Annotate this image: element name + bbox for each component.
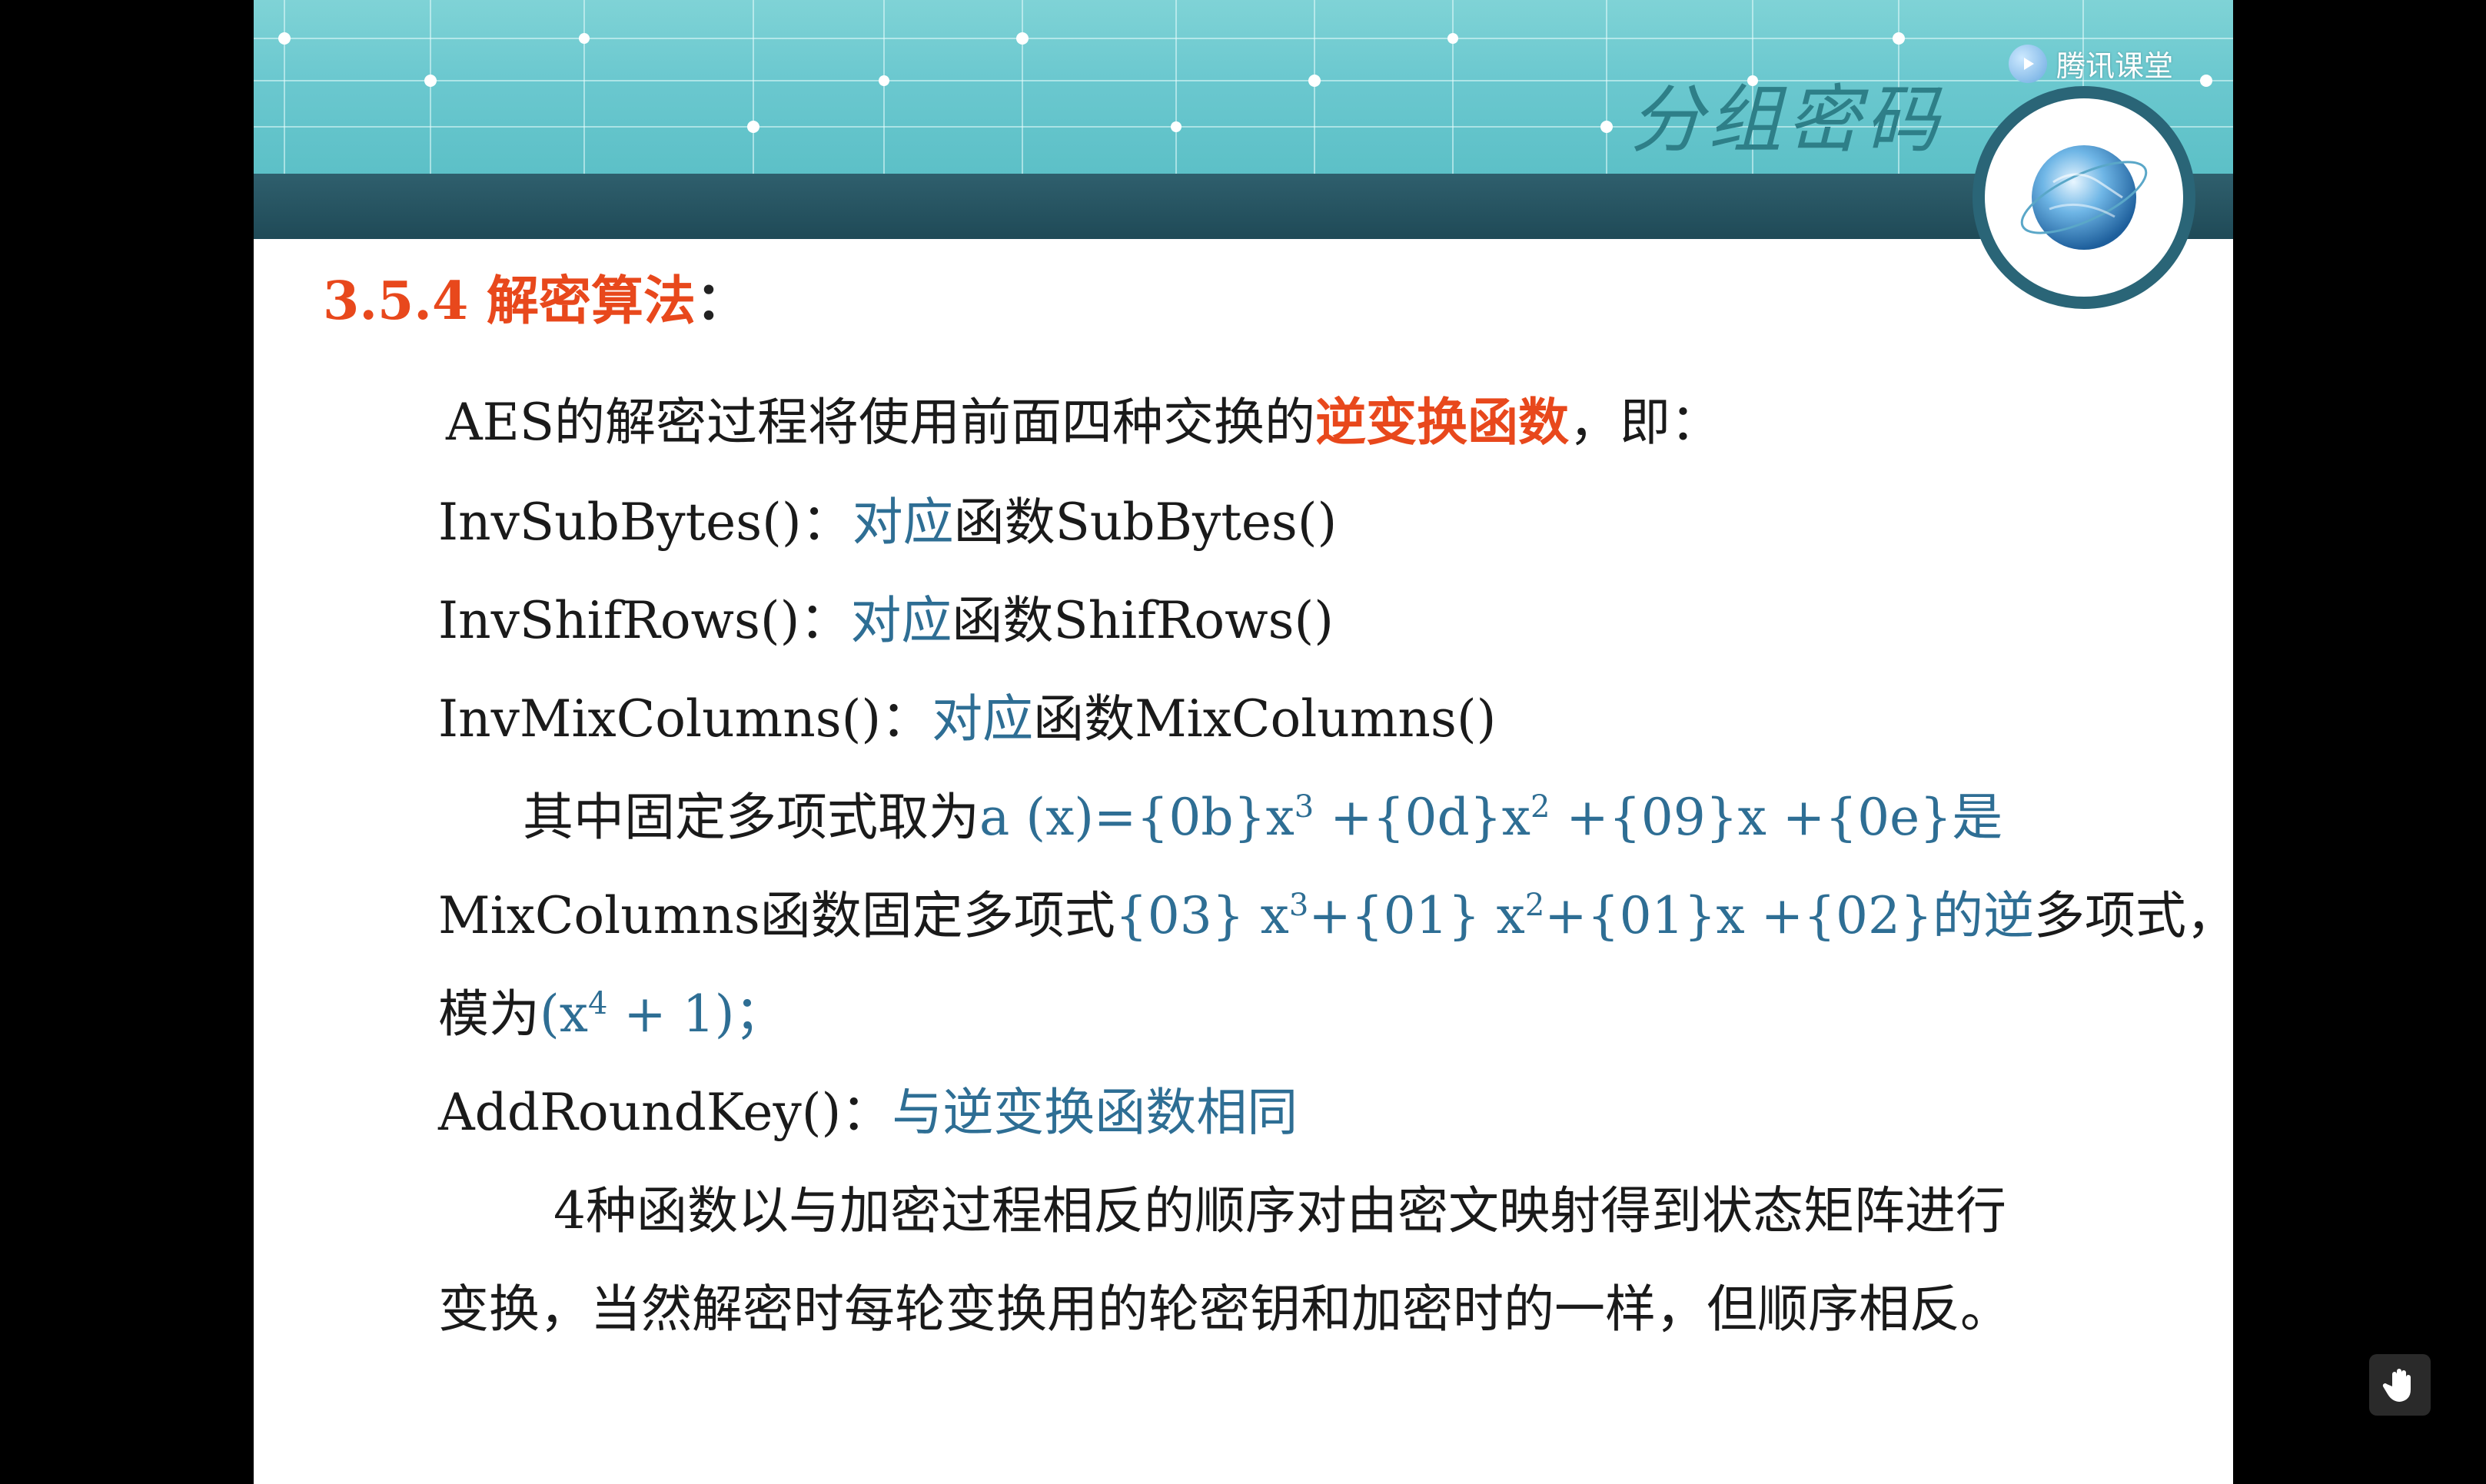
slide: 腾讯课堂 分组密码 3.5.4 解密算法： AES的解密过程将使用前面四种交换的… — [254, 0, 2233, 1484]
header-dark-band — [254, 174, 2233, 239]
function-counterpart: ShifRows() — [1053, 591, 1334, 650]
poly-mod-label: 模为 — [438, 984, 540, 1044]
intro-line: AES的解密过程将使用前面四种交换的逆变换函数，即： — [446, 381, 1721, 455]
poly-mix: {03} x3+{01} x2+{01}x +{02} — [1115, 886, 1933, 945]
function-counterpart: MixColumns() — [1135, 689, 1497, 749]
function-name: InvMixColumns()： — [438, 689, 932, 749]
function-desc: 与逆变换函数相同 — [892, 1083, 1298, 1142]
section-number: 3.5.4 — [323, 271, 469, 332]
globe-icon — [2020, 145, 2148, 250]
raise-hand-button[interactable] — [2369, 1354, 2431, 1416]
polynomial-line-1: 其中固定多项式取为a (x)={0b}x3 +{0d}x2 +{09}x +{0… — [523, 776, 2002, 850]
globe-emblem — [1973, 86, 2195, 309]
section-colon: ： — [696, 271, 749, 332]
function-word: 函数 — [1033, 689, 1135, 749]
summary-line-2: 变换，当然解密时每轮变换用的轮密钥和加密时的一样，但顺序相反。 — [438, 1280, 2011, 1339]
function-name: AddRoundKey()： — [438, 1083, 892, 1142]
raise-hand-icon — [2382, 1369, 2411, 1402]
poly-mod-end: ； — [734, 984, 786, 1044]
function-row-invshifrows: InvShifRows()：对应函数ShifRows() — [438, 579, 1334, 653]
function-name: InvSubBytes()： — [438, 493, 852, 552]
poly-lead: 其中固定多项式取为 — [523, 788, 979, 847]
function-row-invsubbytes: InvSubBytes()：对应函数SubBytes() — [438, 481, 1337, 555]
slide-header: 腾讯课堂 分组密码 — [254, 0, 2233, 309]
function-relation: 对应 — [850, 591, 952, 650]
section-heading: 3.5.4 解密算法： — [323, 258, 748, 334]
poly-mix-name: MixColumns函数固定多项式 — [438, 886, 1115, 945]
intro-text: AES的解密过程将使用前面四种交换的 — [446, 393, 1316, 452]
function-relation: 对应 — [932, 689, 1034, 749]
polynomial-line-2: MixColumns函数固定多项式{03} x3+{01} x2+{01}x +… — [438, 875, 2233, 948]
function-relation: 对应 — [852, 493, 954, 552]
function-word: 函数 — [953, 493, 1055, 552]
poly-shi: 是 — [1952, 788, 2003, 847]
intro-highlight: 逆变换函数 — [1315, 392, 1570, 452]
function-row-addroundkey: AddRoundKey()：与逆变换函数相同 — [438, 1071, 1298, 1145]
poly-of-inverse: 的逆 — [1933, 886, 2035, 945]
function-word: 函数 — [952, 591, 1054, 650]
poly-word: 多项式， — [2034, 886, 2233, 945]
poly-ax: a (x)={0b}x3 +{0d}x2 +{09}x +{0e} — [979, 788, 1953, 847]
intro-suffix: ，即： — [1569, 393, 1722, 452]
function-name: InvShifRows()： — [438, 591, 851, 650]
function-counterpart: SubBytes() — [1055, 493, 1338, 552]
summary-line-1: 4种函数以与加密过程相反的顺序对由密文映射得到状态矩阵进行 — [553, 1181, 2006, 1240]
polynomial-line-3: 模为(x4 + 1)； — [438, 973, 785, 1047]
function-row-invmixcolumns: InvMixColumns()：对应函数MixColumns() — [438, 678, 1496, 752]
section-title: 解密算法 — [486, 271, 696, 332]
poly-mod: (x4 + 1) — [540, 984, 735, 1044]
